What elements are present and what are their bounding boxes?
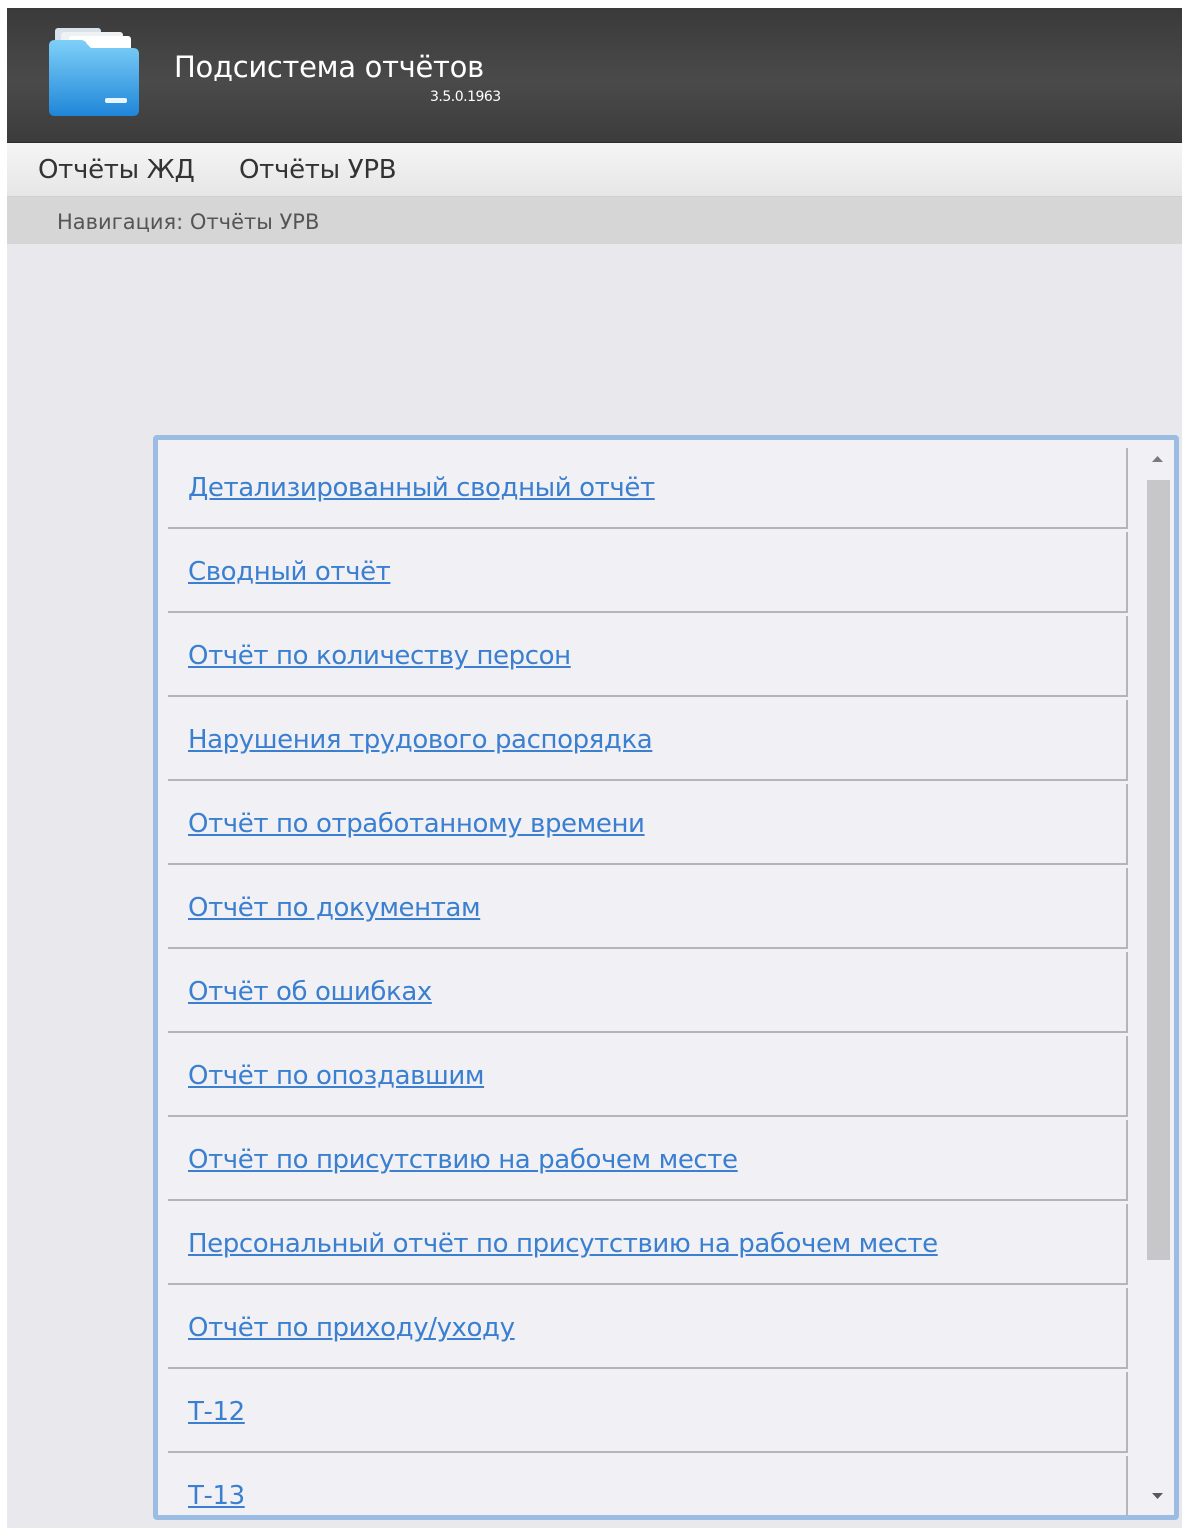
report-link[interactable]: Отчёт по приходу/уходу bbox=[188, 1313, 515, 1343]
report-link[interactable]: Отчёт по отработанному времени bbox=[188, 809, 645, 839]
top-menu: Отчёты ЖД Отчёты УРВ bbox=[7, 143, 1182, 197]
list-item: Детализированный сводный отчёт bbox=[168, 448, 1128, 529]
list-item: Т-13 bbox=[168, 1456, 1128, 1515]
menu-item-time-reports[interactable]: Отчёты УРВ bbox=[239, 155, 397, 185]
report-link[interactable]: Нарушения трудового распорядка bbox=[188, 725, 653, 755]
breadcrumb-text: Навигация: Отчёты УРВ bbox=[57, 210, 320, 234]
list-item: Отчёт по приходу/уходу bbox=[168, 1288, 1128, 1369]
report-link[interactable]: Т-12 bbox=[188, 1397, 245, 1427]
folder-icon bbox=[49, 28, 139, 116]
report-link[interactable]: Детализированный сводный отчёт bbox=[188, 473, 655, 503]
report-link[interactable]: Отчёт об ошибках bbox=[188, 977, 432, 1007]
scroll-down-arrow-icon[interactable] bbox=[1141, 1481, 1174, 1509]
menu-item-railway-reports[interactable]: Отчёты ЖД bbox=[38, 155, 195, 185]
app-header: Подсистема отчётов 3.5.0.1963 bbox=[7, 8, 1182, 143]
app-window: Подсистема отчётов 3.5.0.1963 Отчёты ЖД … bbox=[7, 8, 1182, 1528]
report-link[interactable]: Т-13 bbox=[188, 1481, 245, 1511]
list-item: Т-12 bbox=[168, 1372, 1128, 1453]
breadcrumb: Навигация: Отчёты УРВ bbox=[7, 197, 1182, 244]
report-link[interactable]: Сводный отчёт bbox=[188, 557, 391, 587]
report-link[interactable]: Отчёт по опоздавшим bbox=[188, 1061, 485, 1091]
list-item: Отчёт об ошибках bbox=[168, 952, 1128, 1033]
scroll-up-arrow-icon[interactable] bbox=[1141, 446, 1174, 474]
list-item: Отчёт по опоздавшим bbox=[168, 1036, 1128, 1117]
scrollbar-thumb[interactable] bbox=[1147, 480, 1170, 1260]
list-item: Отчёт по отработанному времени bbox=[168, 784, 1128, 865]
list-item: Нарушения трудового распорядка bbox=[168, 700, 1128, 781]
app-title: Подсистема отчётов bbox=[174, 50, 484, 84]
report-link[interactable]: Отчёт по документам bbox=[188, 893, 481, 923]
report-link[interactable]: Персональный отчёт по присутствию на раб… bbox=[188, 1229, 938, 1259]
reports-list-panel: Детализированный сводный отчёт Сводный о… bbox=[153, 435, 1179, 1520]
report-link[interactable]: Отчёт по количеству персон bbox=[188, 641, 571, 671]
list-item: Отчёт по количеству персон bbox=[168, 616, 1128, 697]
report-link[interactable]: Отчёт по присутствию на рабочем месте bbox=[188, 1145, 738, 1175]
vertical-scrollbar[interactable] bbox=[1141, 440, 1174, 1515]
list-item: Персональный отчёт по присутствию на раб… bbox=[168, 1204, 1128, 1285]
list-item: Отчёт по документам bbox=[168, 868, 1128, 949]
list-item: Сводный отчёт bbox=[168, 532, 1128, 613]
list-item: Отчёт по присутствию на рабочем месте bbox=[168, 1120, 1128, 1201]
reports-list: Детализированный сводный отчёт Сводный о… bbox=[168, 448, 1128, 1515]
app-version: 3.5.0.1963 bbox=[430, 89, 501, 105]
